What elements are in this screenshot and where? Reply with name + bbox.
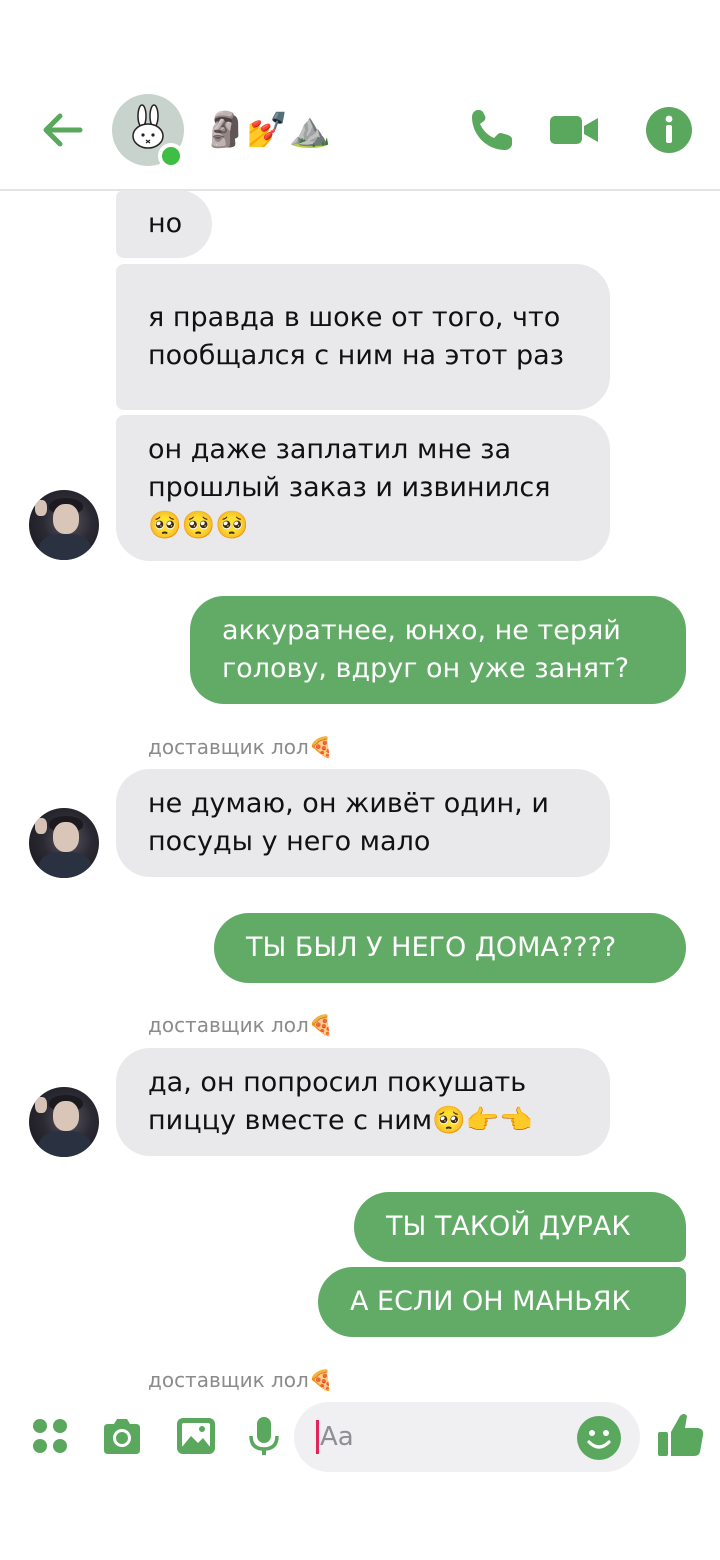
video-call-icon[interactable] — [548, 104, 600, 156]
text-cursor — [316, 1420, 319, 1454]
message-text: ТЫ ТАКОЙ ДУРАК — [386, 1211, 631, 1242]
chat-header: 🗿💅⛰️ — [0, 0, 720, 191]
message-text: я правда в шоке от того, что пообщался с… — [148, 302, 565, 371]
message-bubble-incoming[interactable]: я правда в шоке от того, что пообщался с… — [116, 264, 610, 410]
message-input-placeholder: Aa — [320, 1422, 354, 1452]
message-text: но — [148, 208, 183, 239]
message-input[interactable]: Aa — [294, 1402, 640, 1472]
online-status-dot — [158, 143, 184, 169]
apps-icon[interactable] — [28, 1414, 72, 1458]
back-arrow-icon[interactable] — [38, 106, 86, 154]
message-text: не думаю, он живёт один, и посуды у него… — [148, 788, 549, 857]
camera-icon[interactable] — [100, 1414, 144, 1458]
thumbs-up-icon[interactable] — [656, 1410, 706, 1460]
message-text: ТЫ БЫЛ У НЕГО ДОМА???? — [246, 932, 617, 963]
message-bubble-outgoing[interactable]: А ЕСЛИ ОН МАНЬЯК — [318, 1267, 686, 1337]
sender-avatar[interactable] — [29, 490, 99, 560]
sender-name: доставщик лол🍕 — [148, 1368, 334, 1392]
info-icon[interactable] — [643, 104, 695, 156]
sender-avatar[interactable] — [29, 808, 99, 878]
sender-avatar[interactable] — [29, 1087, 99, 1157]
message-bubble-outgoing[interactable]: ТЫ БЫЛ У НЕГО ДОМА???? — [214, 913, 686, 983]
message-bubble-incoming[interactable]: да, он попросил покушать пиццу вместе с … — [116, 1048, 610, 1156]
message-text: он даже заплатил мне за прошлый заказ и … — [148, 434, 551, 541]
message-text: аккуратнее, юнхо, не теряй голову, вдруг… — [222, 615, 630, 684]
message-bubble-outgoing[interactable]: аккуратнее, юнхо, не теряй голову, вдруг… — [190, 596, 686, 704]
image-icon[interactable] — [174, 1414, 218, 1458]
microphone-icon[interactable] — [242, 1414, 286, 1458]
message-bubble-incoming[interactable]: но — [116, 190, 212, 258]
sender-name: доставщик лол🍕 — [148, 1013, 334, 1037]
message-bubble-incoming[interactable]: он даже заплатил мне за прошлый заказ и … — [116, 415, 610, 561]
emoji-icon[interactable] — [576, 1415, 622, 1461]
message-text: А ЕСЛИ ОН МАНЬЯК — [350, 1286, 631, 1317]
message-bubble-incoming[interactable]: не думаю, он живёт один, и посуды у него… — [116, 769, 610, 877]
sender-name: доставщик лол🍕 — [148, 735, 334, 759]
message-bubble-outgoing[interactable]: ТЫ ТАКОЙ ДУРАК — [354, 1192, 686, 1262]
chat-title[interactable]: 🗿💅⛰️ — [204, 108, 331, 152]
message-text: да, он попросил покушать пиццу вместе с … — [148, 1067, 534, 1136]
phone-icon[interactable] — [466, 104, 518, 156]
